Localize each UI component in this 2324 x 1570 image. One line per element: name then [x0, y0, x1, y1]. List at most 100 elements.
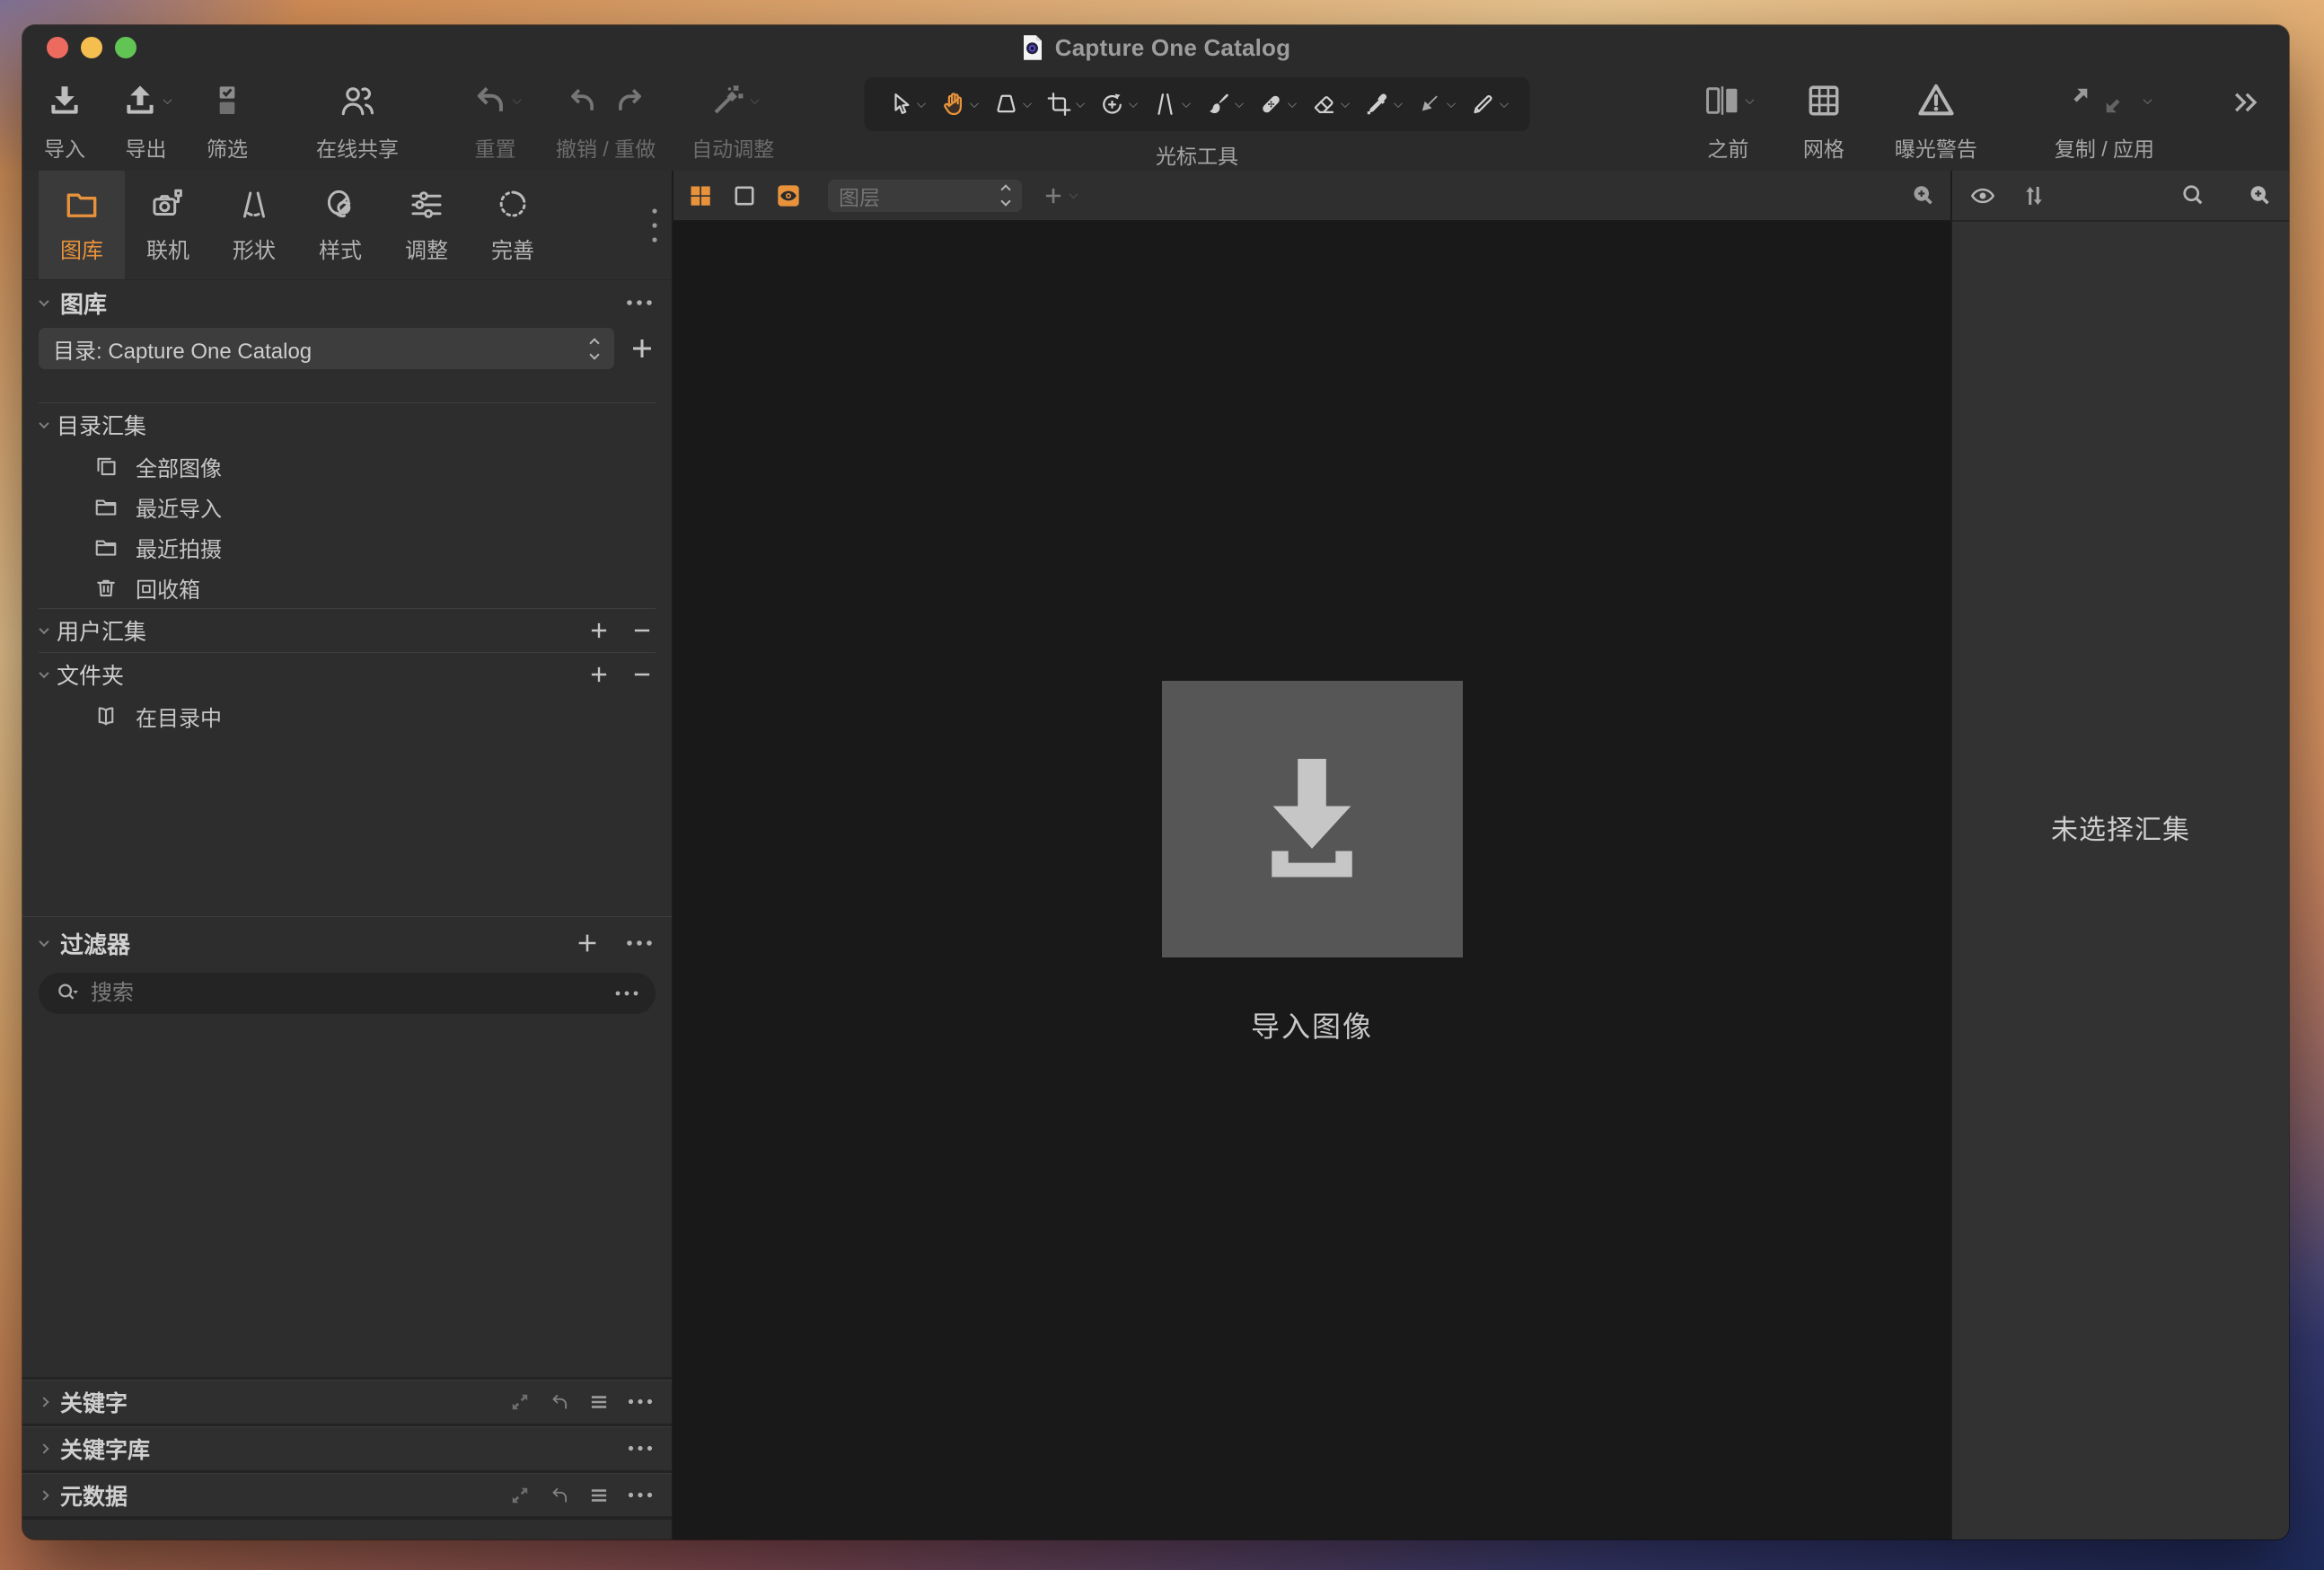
copy-apply-button[interactable]: 复制 / 应用	[2055, 77, 2154, 163]
auto-adjust-button[interactable]: 自动调整	[691, 77, 774, 163]
keyword-library-menu-button[interactable]	[627, 1444, 654, 1452]
filters-menu-button[interactable]	[625, 939, 654, 948]
auto-adjust-options-chevron[interactable]	[750, 94, 760, 104]
heal-tool[interactable]	[1254, 91, 1300, 118]
catalog-selector[interactable]: 目录: Capture One Catalog	[39, 328, 614, 369]
reset-options-chevron[interactable]	[512, 94, 522, 104]
reset-button[interactable]: 重置	[471, 77, 522, 163]
library-collapse-chevron[interactable]	[39, 295, 49, 307]
browser-search-button[interactable]	[2179, 182, 2206, 209]
pointer-tool-chevron[interactable]	[917, 98, 926, 108]
add-folder-button[interactable]	[587, 663, 611, 686]
rotate-tool-chevron[interactable]	[1129, 98, 1138, 108]
collection-recent-imports[interactable]: 最近导入	[22, 487, 672, 527]
keywords-panel-header[interactable]: 关键字	[22, 1380, 672, 1423]
export-options-chevron[interactable]	[163, 94, 172, 104]
tab-capture[interactable]: 联机	[125, 171, 211, 279]
add-user-collection-button[interactable]	[587, 619, 611, 642]
cull-button[interactable]: 筛选	[207, 77, 248, 163]
keystone-tool-chevron[interactable]	[1182, 98, 1191, 108]
metadata-copy-arrows-icon[interactable]	[508, 1484, 532, 1507]
layers-dropdown[interactable]: 图层	[828, 179, 1022, 212]
brush-tool-chevron[interactable]	[1235, 98, 1244, 108]
metadata-panel-header[interactable]: 元数据	[22, 1473, 672, 1516]
keywords-menu-button[interactable]	[627, 1398, 654, 1406]
folders-chevron[interactable]	[39, 667, 49, 679]
draw-tool-chevron[interactable]	[1500, 98, 1509, 108]
filters-collapse-chevron[interactable]	[39, 936, 49, 948]
user-collections-chevron[interactable]	[39, 623, 49, 635]
add-layer-button[interactable]	[1042, 184, 1078, 207]
grid-button[interactable]: 网格	[1803, 77, 1844, 163]
collection-trash[interactable]: 回收箱	[22, 568, 672, 608]
zoom-fit-button[interactable]	[1909, 182, 1936, 209]
pointer-tool[interactable]	[883, 91, 929, 118]
tab-adjustments[interactable]: 调整	[383, 171, 470, 279]
loupe-tool[interactable]	[989, 91, 1035, 118]
tab-shape[interactable]: 形状	[211, 171, 297, 279]
keywords-expand-chevron[interactable]	[39, 1396, 49, 1407]
pick-tool[interactable]	[1360, 91, 1406, 118]
before-after-chevron[interactable]	[1745, 94, 1755, 104]
toolbar-overflow-button[interactable]	[2228, 84, 2264, 120]
undo-redo-button[interactable]: 撤销 / 重做	[556, 77, 656, 163]
library-panel-header[interactable]: 图库	[22, 280, 672, 325]
tab-library[interactable]: 图库	[39, 171, 125, 279]
pan-hand-tool[interactable]	[936, 91, 982, 118]
catalog-collections-chevron[interactable]	[39, 418, 49, 429]
preview-eye-button[interactable]	[1968, 181, 1997, 210]
proof-view-button[interactable]	[776, 183, 801, 208]
apply-arrow-tool-chevron[interactable]	[1447, 98, 1456, 108]
loupe-tool-chevron[interactable]	[1023, 98, 1032, 108]
folders-group[interactable]: 文件夹	[22, 653, 672, 696]
maximize-button[interactable]	[115, 37, 136, 58]
copy-apply-chevron[interactable]	[2143, 94, 2152, 104]
share-button[interactable]: 在线共享	[316, 77, 399, 163]
search-field[interactable]	[39, 973, 656, 1014]
tabs-overflow-menu[interactable]	[650, 171, 659, 279]
rotate-tool[interactable]	[1095, 91, 1141, 118]
export-button[interactable]: 导出	[121, 77, 172, 163]
library-menu-button[interactable]	[625, 298, 654, 307]
add-catalog-button[interactable]	[629, 335, 656, 362]
metadata-presets-button[interactable]	[587, 1484, 611, 1507]
remove-folder-button[interactable]	[630, 663, 654, 686]
tab-styles[interactable]: 样式	[297, 171, 383, 279]
search-input[interactable]	[91, 981, 603, 1006]
crop-tool-chevron[interactable]	[1076, 98, 1085, 108]
crop-tool[interactable]	[1042, 91, 1088, 118]
pick-tool-chevron[interactable]	[1394, 98, 1403, 108]
collection-all-images[interactable]: 全部图像	[22, 446, 672, 487]
apply-arrow-tool[interactable]	[1413, 91, 1459, 118]
search-options-button[interactable]	[614, 990, 639, 997]
sort-button[interactable]	[2020, 182, 2047, 209]
erase-tool-chevron[interactable]	[1341, 98, 1350, 108]
keywords-copy-arrows-icon[interactable]	[508, 1390, 532, 1414]
viewer-view-button[interactable]	[733, 184, 756, 207]
tab-refine[interactable]: 完善	[470, 171, 556, 279]
erase-tool[interactable]	[1307, 91, 1353, 118]
import-button[interactable]: 导入	[44, 77, 85, 163]
keywords-reset-icon[interactable]	[548, 1390, 571, 1414]
browser-zoom-button[interactable]	[2246, 182, 2273, 209]
draw-tool[interactable]	[1466, 91, 1512, 118]
keywords-presets-button[interactable]	[587, 1390, 611, 1414]
collection-recent-captures[interactable]: 最近拍摄	[22, 527, 672, 568]
metadata-menu-button[interactable]	[627, 1491, 654, 1499]
before-after-button[interactable]: 之前	[1703, 77, 1755, 163]
keyword-library-panel-header[interactable]: 关键字库	[22, 1426, 672, 1469]
metadata-expand-chevron[interactable]	[39, 1489, 49, 1501]
close-button[interactable]	[47, 37, 68, 58]
user-collections-group[interactable]: 用户汇集	[22, 609, 672, 652]
heal-tool-chevron[interactable]	[1288, 98, 1297, 108]
pan-hand-tool-chevron[interactable]	[970, 98, 979, 108]
minimize-button[interactable]	[81, 37, 102, 58]
keystone-tool[interactable]	[1148, 91, 1194, 118]
filters-panel-header[interactable]: 过滤器	[22, 921, 672, 966]
import-images-button[interactable]	[1161, 680, 1463, 957]
brush-tool[interactable]	[1201, 91, 1247, 118]
keyword-library-expand-chevron[interactable]	[39, 1442, 49, 1454]
add-filter-button[interactable]	[575, 931, 600, 956]
catalog-collections-group[interactable]: 目录汇集	[22, 403, 672, 446]
remove-user-collection-button[interactable]	[630, 619, 654, 642]
